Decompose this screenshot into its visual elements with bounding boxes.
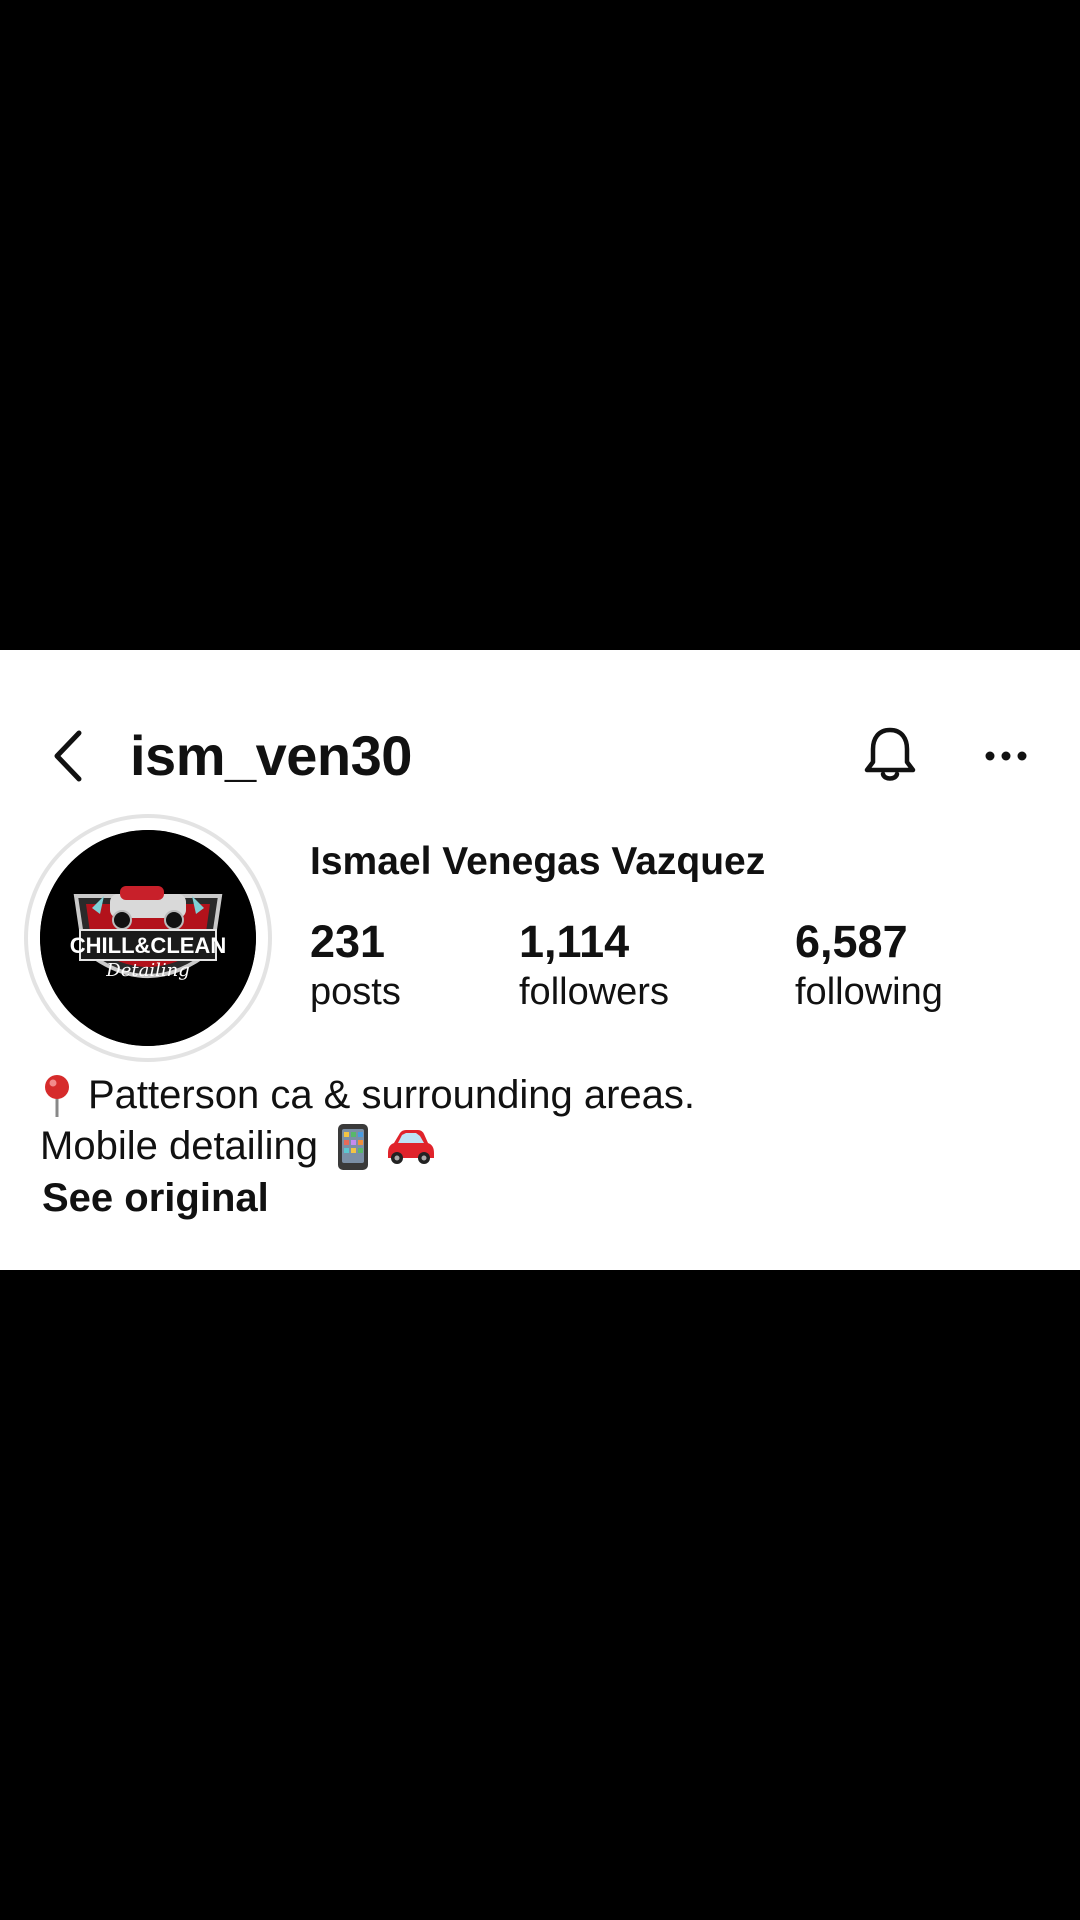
posts-count: 231 <box>310 916 386 967</box>
followers-label: followers <box>519 971 669 1013</box>
red-car-icon <box>387 1129 434 1164</box>
notifications-button[interactable] <box>860 722 920 788</box>
following-label: following <box>795 971 943 1013</box>
posts-stat[interactable]: 231 posts <box>310 916 401 1016</box>
followers-count: 1,114 <box>519 916 630 967</box>
bio-location-text: Patterson ca & surrounding areas. <box>88 1073 696 1117</box>
followers-stat[interactable]: 1,114 followers <box>519 916 669 1016</box>
bell-icon <box>864 727 916 781</box>
more-horizontal-icon <box>985 751 1027 761</box>
following-stat[interactable]: 6,587 following <box>795 916 943 1016</box>
back-button[interactable] <box>48 726 88 786</box>
mobile-phone-icon <box>337 1123 368 1170</box>
svg-text:Detailing: Detailing <box>105 960 189 981</box>
bio-line-location: Patterson ca & surrounding areas. <box>40 1070 695 1121</box>
more-options-button[interactable] <box>984 736 1028 776</box>
chill-clean-detailing-logo: CHILL&CLEAN Detailing <box>40 830 256 1046</box>
svg-text:CHILL&CLEAN: CHILL&CLEAN <box>70 933 226 958</box>
posts-label: posts <box>310 971 401 1013</box>
profile-username: ism_ven30 <box>130 724 412 787</box>
pin-icon <box>45 1074 69 1117</box>
chevron-left-icon <box>54 730 82 782</box>
display-name: Ismael Venegas Vazquez <box>310 840 766 883</box>
bio-service-text: Mobile detailing <box>40 1124 318 1168</box>
bio-line-service: Mobile detailing <box>40 1121 695 1172</box>
bio: Patterson ca & surrounding areas. Mobile… <box>40 1070 695 1172</box>
see-original-link[interactable]: See original <box>42 1176 269 1221</box>
following-count: 6,587 <box>795 916 908 967</box>
avatar[interactable]: CHILL&CLEAN Detailing <box>40 830 256 1046</box>
